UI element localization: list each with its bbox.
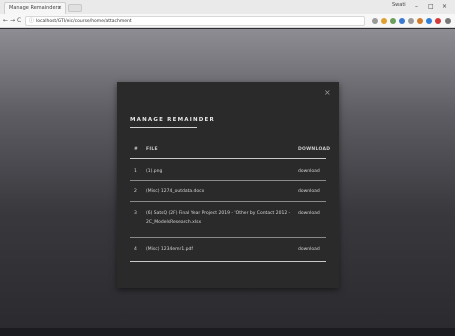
extension-icon[interactable] (417, 18, 423, 24)
row-divider (130, 201, 326, 202)
row-number: 2 (134, 189, 137, 194)
row-divider (130, 237, 326, 238)
extension-icon[interactable] (435, 18, 441, 24)
extension-icon[interactable] (399, 18, 405, 24)
file-name: (6) SatsQ (2F) Final Year Project 2019 -… (146, 211, 291, 225)
window-close-icon[interactable]: × (442, 1, 447, 13)
row-number: 1 (134, 169, 137, 174)
row-number: 4 (134, 247, 137, 252)
row-number: 3 (134, 211, 137, 216)
extension-icon[interactable] (408, 18, 414, 24)
url-text: localhost/GTI/eic/course/home/attachment (36, 19, 132, 24)
tab-title: Manage Remainders (9, 5, 61, 11)
title-underline (130, 127, 197, 128)
browser-tab[interactable]: Manage Remainders × (4, 2, 66, 14)
tab-close-icon[interactable]: × (58, 3, 62, 14)
back-icon[interactable]: ← (3, 16, 8, 26)
file-name: (1).png (146, 169, 163, 174)
forward-icon[interactable]: → (10, 16, 15, 26)
maximize-icon[interactable]: □ (428, 1, 434, 13)
menu-icon[interactable] (445, 18, 451, 24)
download-link[interactable]: download (298, 189, 320, 194)
file-name: (Misc) 1274_outdata.docx (146, 189, 205, 194)
extension-icon[interactable] (390, 18, 396, 24)
column-header-file: FILE (146, 147, 158, 152)
reload-icon[interactable]: C (17, 16, 21, 26)
modal-title: MANAGE REMAINDER (130, 117, 215, 123)
info-icon: ⓘ (29, 18, 35, 24)
close-icon[interactable]: × (324, 88, 331, 98)
address-bar-input[interactable]: ⓘ localhost/GTI/eic/course/home/attachme… (25, 16, 365, 26)
extension-icon[interactable] (381, 18, 387, 24)
column-header-number: # (134, 147, 139, 152)
star-icon[interactable] (372, 18, 378, 24)
column-header-download: DOWNLOAD (298, 147, 331, 152)
download-link[interactable]: download (298, 211, 320, 216)
new-tab-button[interactable] (68, 4, 82, 12)
row-divider (130, 261, 326, 262)
download-link[interactable]: download (298, 169, 320, 174)
file-name: (Misc) 1234emr1.pdf (146, 247, 193, 252)
manage-remainder-modal (117, 82, 339, 288)
download-link[interactable]: download (298, 247, 320, 252)
row-divider (130, 180, 326, 181)
browser-tab-bar: Manage Remainders × Swati – □ × (0, 0, 455, 14)
minimize-icon[interactable]: – (415, 1, 418, 13)
browser-toolbar: ← → C ⓘ localhost/GTI/eic/course/home/at… (0, 14, 455, 28)
extension-icon[interactable] (426, 18, 432, 24)
header-divider (130, 158, 326, 159)
user-profile-label[interactable]: Swati (392, 2, 406, 8)
page-footer-strip (0, 328, 455, 336)
